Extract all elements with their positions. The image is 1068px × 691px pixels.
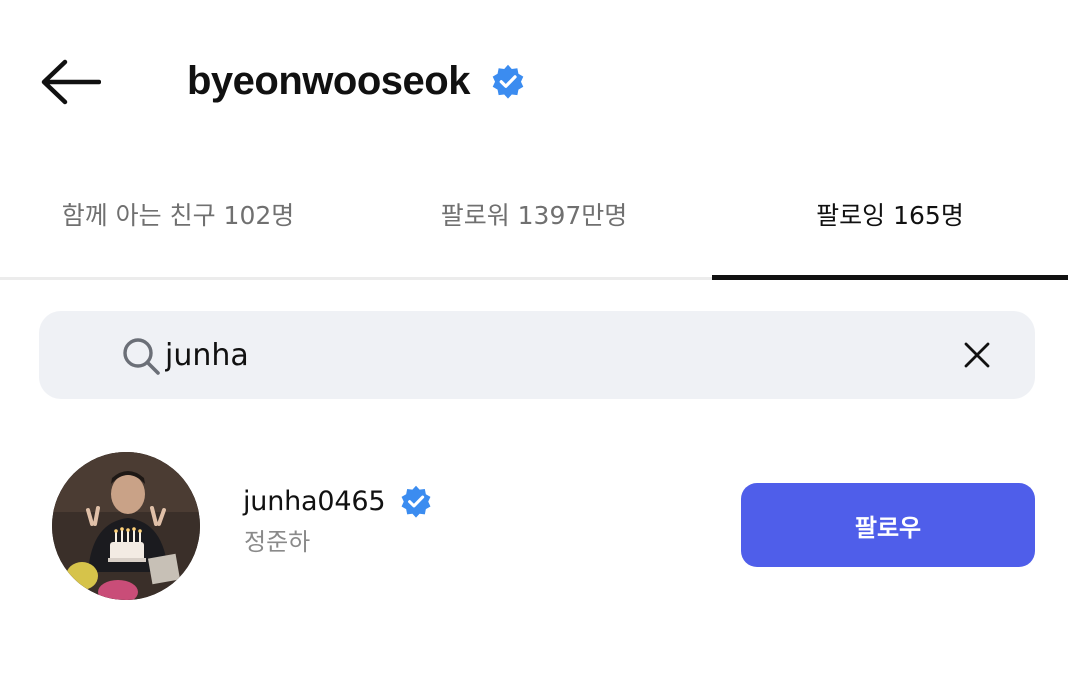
tab-followers[interactable]: 팔로워 1397만명 (356, 170, 712, 277)
search-bar (39, 311, 1035, 399)
tab-label: 팔로워 1397만명 (440, 200, 628, 230)
tab-bar: 함께 아는 친구 102명 팔로워 1397만명 팔로잉 165명 (0, 170, 1068, 280)
tab-following[interactable]: 팔로잉 165명 (712, 170, 1068, 280)
profile-header: byeonwooseok (187, 55, 526, 107)
full-name: 정준하 (244, 528, 311, 556)
username[interactable]: junha0465 (243, 486, 385, 517)
arrow-left-icon (41, 59, 101, 105)
verified-badge-icon (490, 63, 526, 99)
clear-search-button[interactable] (959, 337, 995, 373)
list-item[interactable]: junha0465 정준하 팔로우 (0, 450, 1068, 600)
verified-badge-icon (399, 484, 433, 518)
tab-label: 함께 아는 친구 102명 (61, 200, 295, 230)
close-icon (964, 342, 990, 368)
search-input[interactable] (165, 325, 925, 385)
avatar[interactable] (52, 452, 200, 600)
following-list-screen: byeonwooseok 함께 아는 친구 102명 팔로워 1397만명 팔로… (0, 0, 1068, 691)
search-icon (123, 338, 160, 375)
username-line: junha0465 (243, 484, 433, 518)
follow-button[interactable]: 팔로우 (741, 483, 1035, 567)
avatar-photo (52, 452, 200, 600)
tab-mutual-friends[interactable]: 함께 아는 친구 102명 (0, 170, 356, 277)
tab-label: 팔로잉 165명 (816, 200, 964, 230)
back-button[interactable] (36, 52, 104, 112)
page-title: byeonwooseok (187, 58, 470, 103)
